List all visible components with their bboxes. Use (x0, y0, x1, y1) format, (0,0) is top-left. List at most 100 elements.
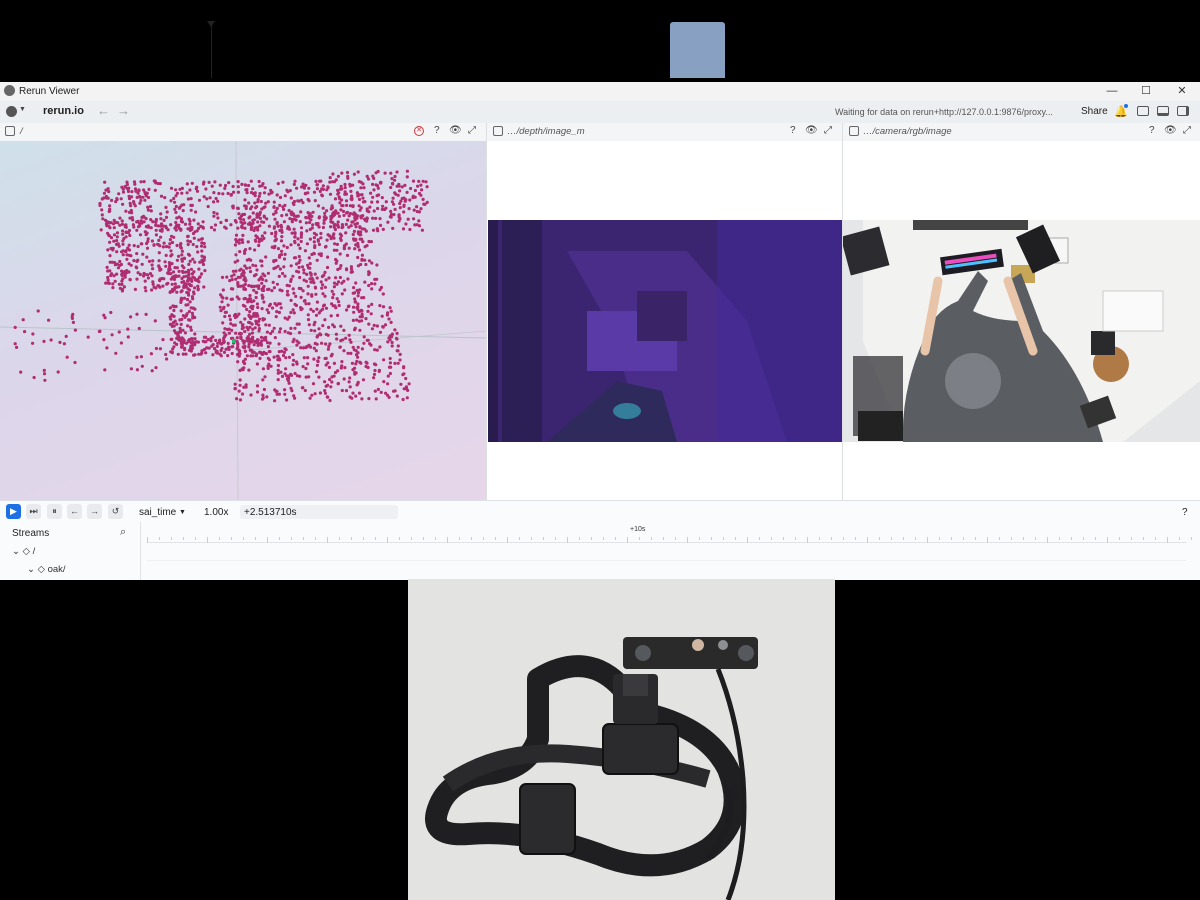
point-cloud-point (292, 202, 296, 207)
playback-speed[interactable]: 1.00x (204, 507, 228, 518)
point-cloud-point (113, 263, 117, 267)
point-cloud-point (115, 250, 119, 254)
point-cloud-point (109, 310, 113, 315)
point-cloud-point (123, 225, 127, 229)
point-cloud-point (373, 368, 377, 373)
toggle-left-panel-icon[interactable] (1137, 106, 1149, 116)
maximize-button[interactable]: ☐ (1138, 84, 1154, 98)
spatial3d-visibility-icon[interactable]: 👁 (449, 125, 462, 136)
time-selection-range[interactable] (670, 22, 725, 78)
share-button[interactable]: Share (1081, 106, 1108, 117)
rgb-help-icon[interactable]: ? (1149, 125, 1155, 136)
point-cloud-point (255, 291, 259, 295)
point-cloud-point (255, 384, 260, 388)
point-cloud-point (401, 227, 406, 231)
point-cloud-point (179, 322, 183, 326)
point-cloud-point (392, 202, 396, 206)
stream-root-row[interactable]: ⌄ ◇ / (12, 546, 35, 557)
point-cloud-point (396, 361, 400, 365)
toggle-bottom-panel-icon[interactable] (1157, 106, 1169, 116)
point-cloud-point (298, 220, 302, 224)
point-cloud-point (179, 290, 183, 294)
point-cloud-point (274, 266, 278, 270)
chevron-down-icon[interactable]: ⌄ (27, 564, 35, 575)
stream-child-row[interactable]: ⌄ ◇ oak/ (27, 564, 66, 575)
depth-image-view[interactable] (487, 141, 842, 500)
point-cloud-point (145, 191, 149, 195)
point-cloud-point (175, 342, 179, 346)
point-cloud-point (349, 351, 353, 355)
current-time-field[interactable]: +2.513710s (240, 505, 398, 519)
point-cloud-point (118, 259, 122, 264)
point-cloud-point (177, 254, 181, 258)
point-cloud-point (228, 318, 232, 322)
spatial3d-view[interactable] (0, 141, 486, 500)
point-cloud-point (197, 198, 202, 202)
step-forward-icon[interactable]: → (87, 504, 102, 519)
time-help-icon[interactable]: ? (1182, 507, 1188, 518)
point-cloud-point (148, 272, 153, 276)
point-cloud-point (393, 328, 397, 332)
point-cloud-point (146, 205, 150, 209)
rgb-tab[interactable]: …/camera/rgb/image ? 👁 ⤢ (843, 123, 1200, 142)
point-cloud-point (289, 310, 293, 315)
time-ruler[interactable]: +10s (147, 522, 1192, 580)
point-cloud-point (389, 309, 393, 313)
depth-maximize-icon[interactable]: ⤢ (824, 125, 832, 136)
forward-arrow-icon[interactable]: → (117, 103, 130, 118)
brand-link[interactable]: rerun.io (43, 105, 84, 117)
point-cloud-point (255, 390, 260, 394)
loop-icon[interactable]: ↺ (108, 504, 123, 519)
menu-caret-icon[interactable]: ▼ (19, 106, 26, 113)
depth-visibility-icon[interactable]: 👁 (805, 125, 818, 136)
close-window-button[interactable]: ✕ (1174, 84, 1190, 98)
play-button[interactable]: ▶ (6, 504, 21, 519)
point-cloud-point (285, 398, 289, 402)
point-cloud-point (132, 225, 136, 229)
point-cloud-point (228, 279, 232, 283)
pause-button[interactable]: ⏸ (47, 504, 62, 519)
rerun-menu-icon[interactable] (6, 106, 17, 117)
point-cloud-point (245, 354, 249, 358)
point-cloud-point (349, 224, 353, 228)
point-cloud-point (340, 364, 344, 368)
error-icon[interactable]: ✕ (414, 126, 424, 136)
step-back-icon[interactable]: ← (67, 504, 82, 519)
dropdown-caret-icon[interactable]: ▼ (179, 509, 186, 516)
point-cloud-point (206, 204, 210, 209)
top-bar: ▼ rerun.io ← → Waiting for data on rerun… (0, 101, 1200, 124)
rgb-maximize-icon[interactable]: ⤢ (1183, 125, 1191, 136)
point-cloud-point (333, 227, 337, 232)
point-cloud-point (182, 275, 186, 279)
point-cloud-point (157, 243, 161, 247)
point-cloud-canvas[interactable] (0, 141, 486, 500)
point-cloud-point (177, 269, 181, 273)
point-cloud-point (365, 244, 369, 248)
point-cloud-point (283, 252, 287, 256)
point-cloud-point (353, 328, 357, 332)
point-cloud-point (376, 169, 380, 174)
spatial3d-tab[interactable]: / ✕ ? 👁 ⤢ (0, 123, 486, 142)
toggle-right-panel-icon[interactable] (1177, 106, 1189, 116)
time-cursor-line[interactable] (211, 23, 212, 78)
point-cloud-point (344, 231, 348, 235)
point-cloud-point (200, 272, 204, 276)
entity-diamond-icon: ◇ (22, 546, 30, 557)
rgb-visibility-icon[interactable]: 👁 (1164, 125, 1177, 136)
point-cloud-point (308, 237, 312, 241)
depth-help-icon[interactable]: ? (790, 125, 796, 136)
depth-tab[interactable]: …/depth/image_m ? 👁 ⤢ (487, 123, 842, 142)
search-icon[interactable]: ⌕ (120, 526, 126, 539)
point-cloud-point (243, 344, 247, 348)
chevron-down-icon[interactable]: ⌄ (12, 546, 20, 557)
rgb-image-view[interactable] (843, 141, 1200, 500)
minimize-button[interactable]: — (1104, 84, 1120, 98)
point-cloud-point (306, 292, 310, 296)
timeline-selector[interactable]: sai_time (139, 507, 176, 518)
back-arrow-icon[interactable]: ← (97, 103, 110, 118)
step-forward-button[interactable]: ⏭ (26, 504, 41, 519)
point-cloud-point (302, 356, 306, 360)
spatial3d-help-icon[interactable]: ? (434, 125, 440, 136)
point-cloud-point (319, 231, 323, 236)
spatial3d-maximize-icon[interactable]: ⤢ (468, 125, 476, 136)
